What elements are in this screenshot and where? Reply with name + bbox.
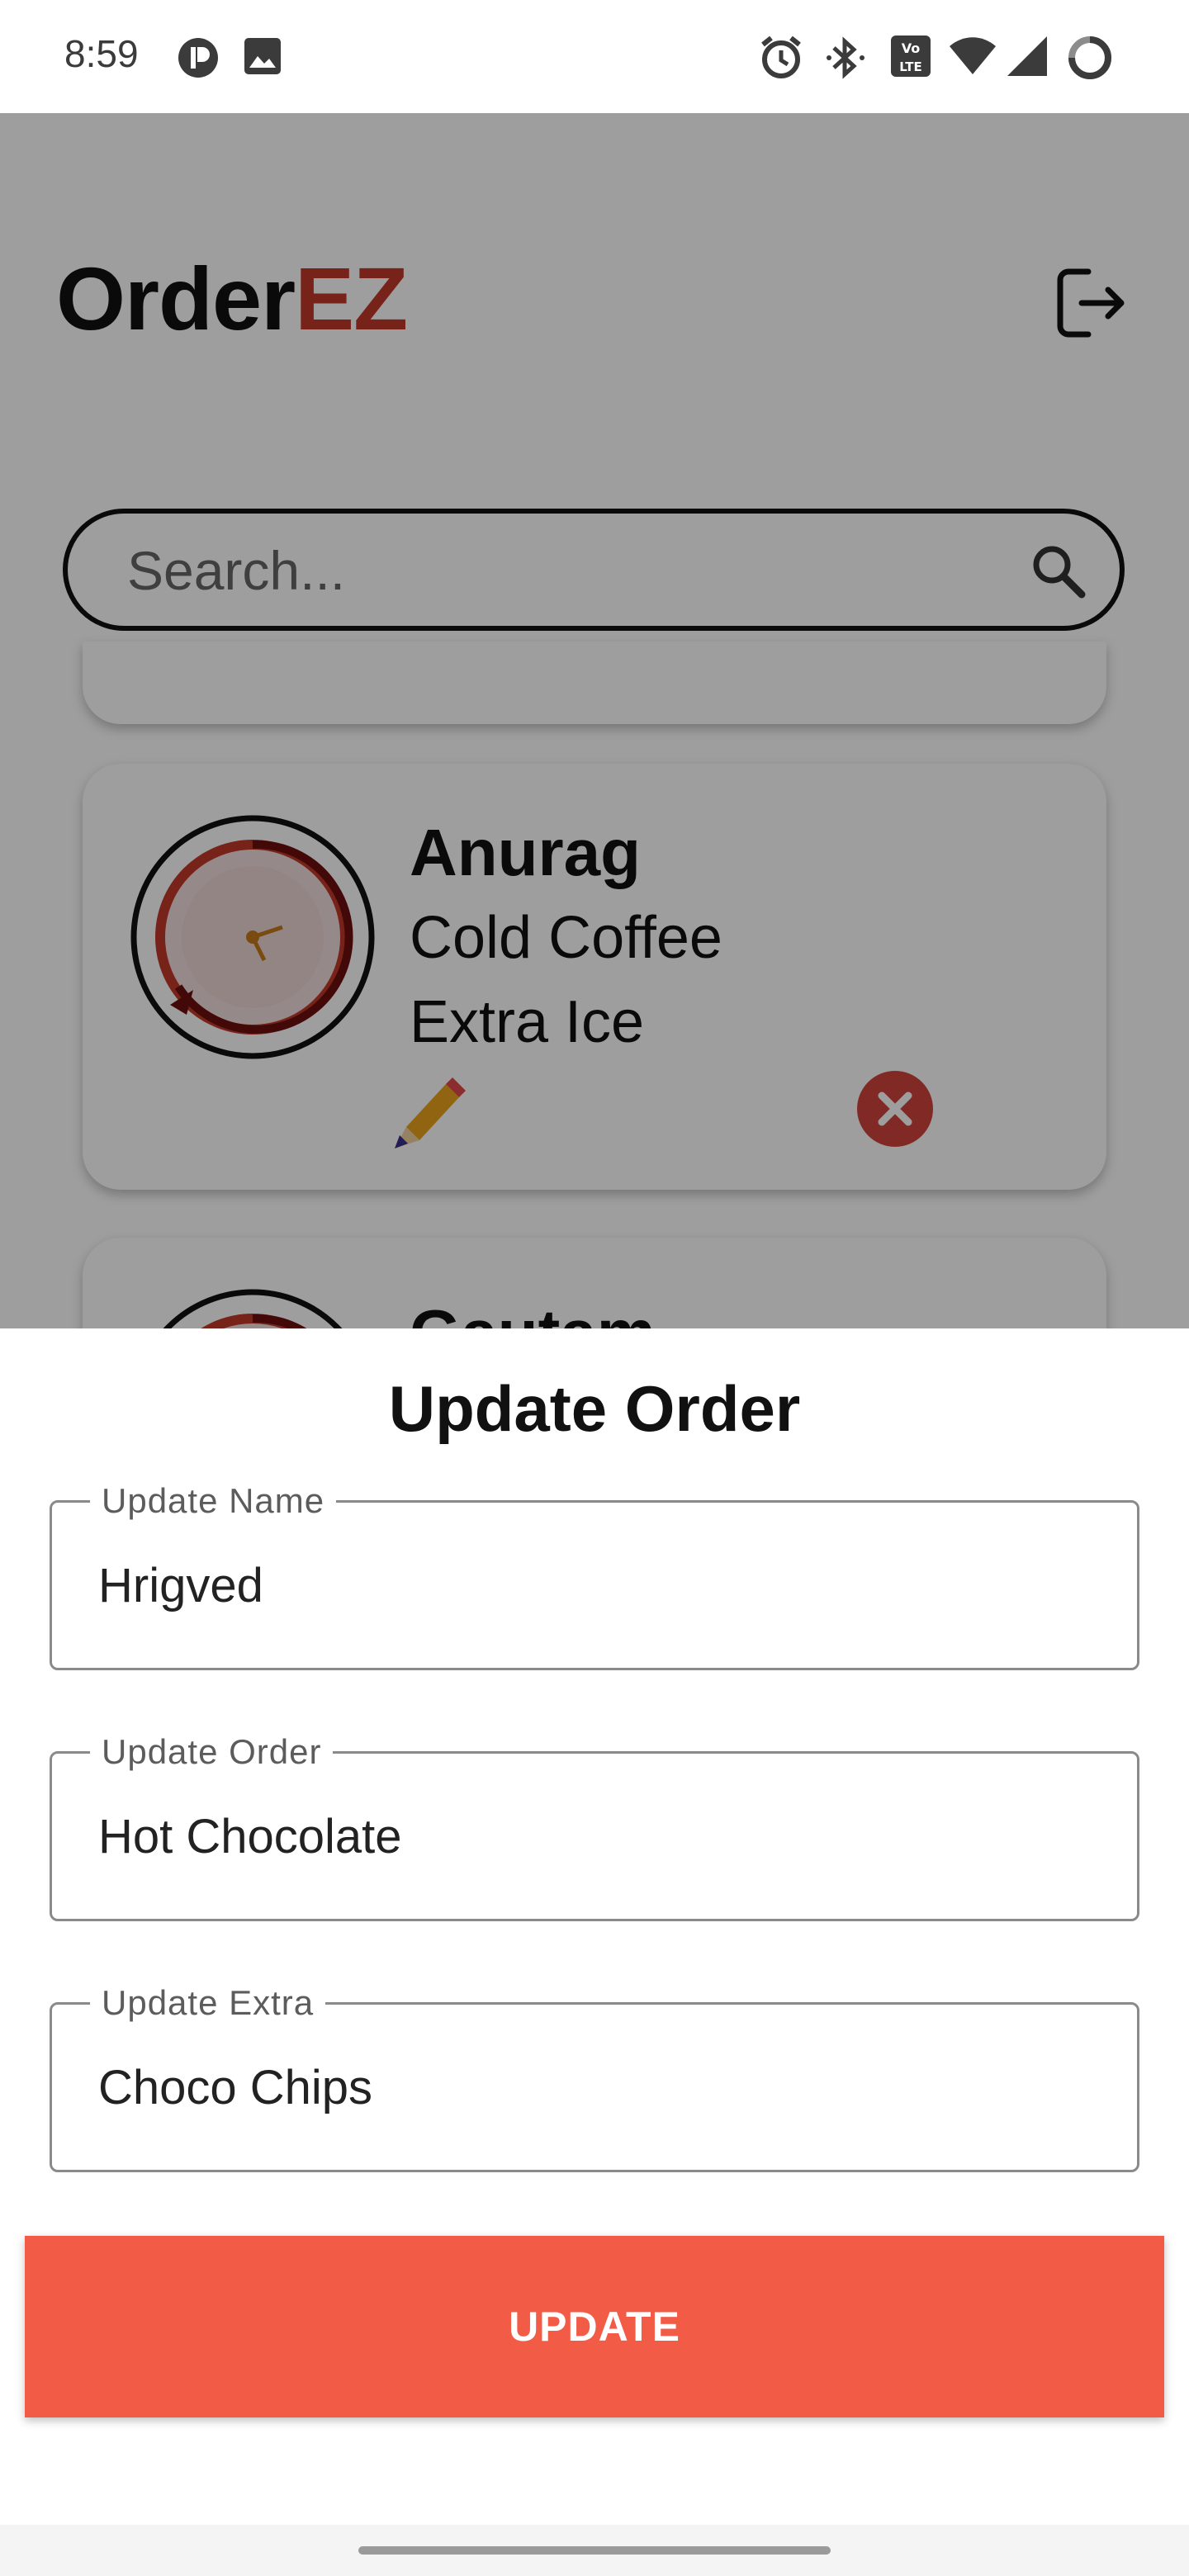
status-bar: 8:59 Vo LTE xyxy=(0,0,1189,113)
update-order-input[interactable] xyxy=(98,1787,1073,1886)
update-name-input[interactable] xyxy=(98,1536,1073,1635)
update-button[interactable]: UPDATE xyxy=(25,2236,1164,2417)
image-icon xyxy=(243,36,282,80)
svg-text:Vo: Vo xyxy=(902,40,921,56)
notification-p-icon xyxy=(177,36,220,83)
update-order-label: Update Order xyxy=(90,1732,334,1772)
gesture-nav-bar xyxy=(0,2525,1189,2576)
update-order-field[interactable]: Update Order xyxy=(50,1732,1139,1921)
battery-ring-icon xyxy=(1067,35,1113,85)
alarm-icon xyxy=(758,35,804,85)
update-extra-label: Update Extra xyxy=(90,1983,326,2023)
update-extra-input[interactable] xyxy=(98,2038,1073,2137)
status-time: 8:59 xyxy=(64,32,139,75)
update-order-sheet: Update Order Update Name Update Order Up… xyxy=(0,1328,1189,2576)
volte-icon: Vo LTE xyxy=(890,35,931,82)
svg-text:LTE: LTE xyxy=(899,59,922,74)
update-name-field[interactable]: Update Name xyxy=(50,1481,1139,1670)
wifi-icon xyxy=(948,35,997,82)
sheet-title: Update Order xyxy=(388,1372,801,1445)
update-name-label: Update Name xyxy=(90,1481,337,1521)
bluetooth-icon xyxy=(822,35,869,85)
signal-icon xyxy=(1006,35,1049,82)
modal-scrim[interactable] xyxy=(0,113,1189,1328)
home-handle[interactable] xyxy=(358,2546,831,2555)
update-extra-field[interactable]: Update Extra xyxy=(50,1983,1139,2172)
